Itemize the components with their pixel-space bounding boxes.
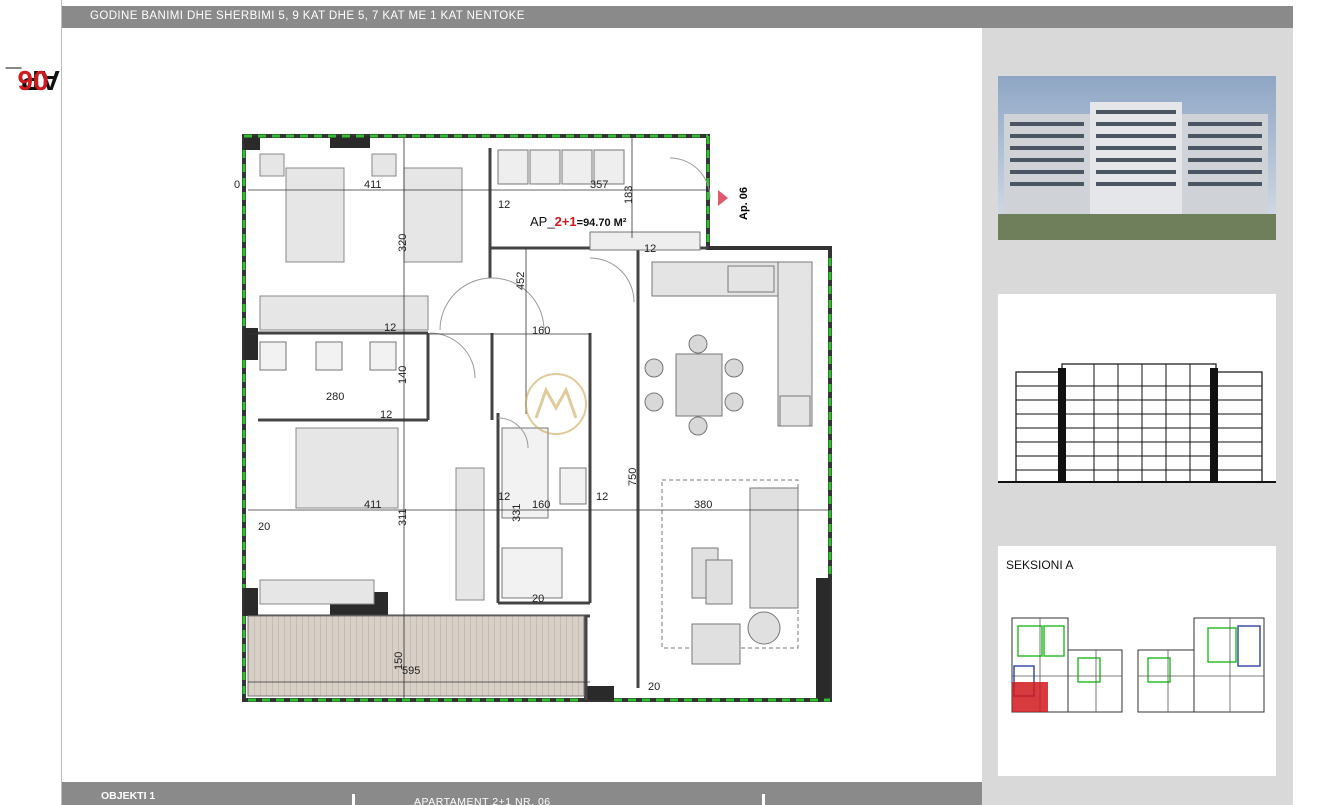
dim-wall-12e: 12	[498, 491, 510, 503]
dim-balcony-width: 595	[402, 665, 420, 677]
dim-bed1-width: 411	[364, 179, 382, 191]
dim-corridor-width: 160	[532, 325, 550, 337]
watermark-logo	[525, 373, 587, 435]
footer-apartment: APARTAMENT 2+1 NR. 06	[414, 796, 551, 805]
dim-living-width: 380	[694, 499, 712, 511]
apartment-area-label: AP_2+1=94.70 M²	[530, 214, 626, 229]
dim-bath-height: 140	[397, 366, 409, 384]
dim-entry-width: 357	[590, 179, 608, 191]
dim-living-height: 750	[627, 468, 639, 486]
dim-zero: 0	[234, 179, 240, 191]
footer-divider	[352, 794, 355, 805]
dim-corridor-height: 452	[515, 272, 527, 290]
area-value: =94.70 M²	[576, 217, 627, 229]
bedroom-1-furniture	[259, 153, 463, 331]
section-plan-card: SEKSIONI A	[998, 546, 1276, 776]
building-render-image	[998, 76, 1276, 240]
dim-wall-12d: 12	[380, 409, 392, 421]
dim-living-bottom: 20	[648, 681, 660, 693]
dim-bath2-height: 331	[511, 504, 523, 522]
dim-bath2-floor: 20	[532, 593, 544, 605]
facade-elevation-image	[998, 294, 1276, 520]
dim-wall-12a: 12	[498, 199, 510, 211]
dim-bed2-height: 311	[397, 508, 409, 526]
dim-bed2-side: 20	[258, 521, 270, 533]
floor-plan: 0 411 357 12 183 320 452 12 12 160 280 1…	[230, 128, 842, 710]
apartment-code: AP_ 06	[6, 30, 60, 130]
dim-wall-12b: 12	[644, 243, 656, 255]
section-plan-drawing	[1011, 617, 1265, 713]
top-banner: GODINE BANIMI DHE SHERBIMI 5, 9 KAT DHE …	[62, 6, 1293, 28]
dining-set	[644, 334, 744, 436]
entry-label: Ap. 06	[738, 186, 750, 220]
banner-title: GODINE BANIMI DHE SHERBIMI 5, 9 KAT DHE …	[90, 10, 525, 22]
living-furniture	[661, 479, 799, 665]
dim-wall-12c: 12	[384, 322, 396, 334]
dim-entry-depth: 183	[623, 186, 635, 204]
side-panel: SEKSIONI A	[982, 28, 1293, 782]
footer-bar: OBJEKTI 1 APARTAMENT 2+1 NR. 06	[62, 782, 982, 805]
entry-closet	[497, 149, 701, 251]
highlighted-apartment	[1012, 682, 1048, 712]
document-page: GODINE BANIMI DHE SHERBIMI 5, 9 KAT DHE …	[0, 0, 1320, 805]
bedroom-2-furniture	[259, 427, 485, 605]
dim-bed2-width: 411	[364, 499, 382, 511]
balcony	[247, 615, 585, 697]
dim-wall-12f: 12	[596, 491, 608, 503]
dim-bath2-width: 160	[532, 499, 550, 511]
entrance-arrow-icon	[718, 190, 728, 206]
area-prefix: AP_	[530, 214, 555, 229]
facade-drawing	[998, 363, 1276, 520]
footer-right-panel	[982, 782, 1293, 805]
footer-divider	[762, 794, 765, 805]
dim-bath-width: 280	[326, 391, 344, 403]
dim-bed1-height: 320	[397, 234, 409, 252]
left-margin-rule	[61, 0, 62, 805]
area-type: 2+1	[554, 214, 577, 229]
apartment-code-number: 06	[17, 65, 49, 96]
footer-objekti: OBJEKTI 1	[101, 790, 156, 802]
building-render-drawing	[998, 76, 1276, 240]
